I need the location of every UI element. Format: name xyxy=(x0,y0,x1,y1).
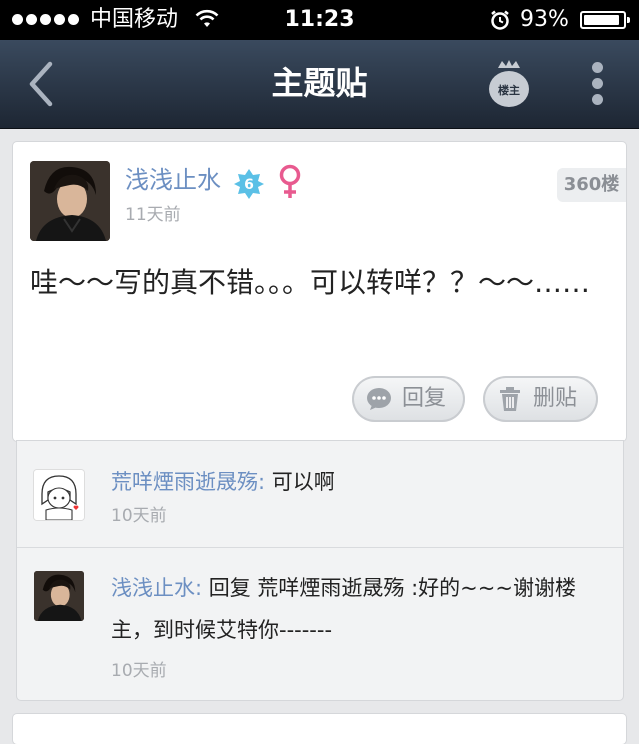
reply-button[interactable]: 回复 xyxy=(352,376,465,422)
floor-number-badge: 360楼 xyxy=(557,168,626,202)
avatar[interactable] xyxy=(34,571,84,621)
owner-badge-icon: 楼主 xyxy=(489,60,529,107)
list-item[interactable]: 浅浅止水: 回复 荒咩煙雨逝晟殇 :好的~~~谢谢楼主，到时候艾特你------… xyxy=(17,548,623,700)
comment-text: 荒咩煙雨逝晟殇: 可以啊 xyxy=(111,461,601,503)
post-content: 哇～～写的真不错。。。可以转咩？？～～…… xyxy=(30,266,591,299)
comment-time: 10天前 xyxy=(111,661,167,681)
owner-badge-label: 楼主 xyxy=(498,83,520,97)
comment-list: 荒咩煙雨逝晟殇: 可以啊 10天前 浅浅止水: 回复 荒咩煙雨逝晟殇 :好的~~… xyxy=(17,441,623,700)
post-card: 浅浅止水 6 11天前 360楼 哇～～写的真不错。。。可以转咩？？～～…… 回… xyxy=(13,142,626,441)
page-title: 主题贴 xyxy=(271,64,368,102)
view-owner-only-button[interactable]: 楼主 xyxy=(486,58,532,110)
avatar[interactable] xyxy=(30,161,110,241)
female-gender-icon xyxy=(279,164,301,198)
cartoon-girl-avatar xyxy=(34,470,84,520)
comment-author[interactable]: 浅浅止水: xyxy=(111,576,202,600)
alarm-clock-icon xyxy=(491,10,509,30)
list-item[interactable]: 荒咩煙雨逝晟殇: 可以啊 10天前 xyxy=(17,441,623,548)
comment-time: 10天前 xyxy=(111,506,167,526)
trash-icon xyxy=(500,387,520,411)
user-photo xyxy=(30,161,110,241)
user-photo xyxy=(34,571,84,621)
level-badge-icon: 6 xyxy=(234,169,264,199)
battery-percent: 93% xyxy=(520,7,569,32)
battery-icon xyxy=(580,11,630,29)
comment-text: 浅浅止水: 回复 荒咩煙雨逝晟殇 :好的~~~谢谢楼主，到时候艾特你------… xyxy=(111,567,601,651)
navigation-bar: 主题贴 楼主 xyxy=(0,40,639,129)
post-author-name[interactable]: 浅浅止水 xyxy=(125,164,221,196)
speech-bubble-icon xyxy=(367,388,391,410)
delete-button-label: 删贴 xyxy=(533,386,578,411)
level-number: 6 xyxy=(244,177,254,193)
post-time: 11天前 xyxy=(125,205,181,225)
status-bar: 中国移动 11:23 93% xyxy=(0,0,639,40)
reply-button-label: 回复 xyxy=(402,386,447,411)
comment-body: 可以啊 xyxy=(265,470,335,494)
avatar[interactable] xyxy=(34,470,84,520)
next-post-card xyxy=(13,714,626,744)
comment-author[interactable]: 荒咩煙雨逝晟殇: xyxy=(111,470,265,494)
more-options-icon[interactable] xyxy=(586,62,608,106)
delete-post-button[interactable]: 删贴 xyxy=(483,376,598,422)
